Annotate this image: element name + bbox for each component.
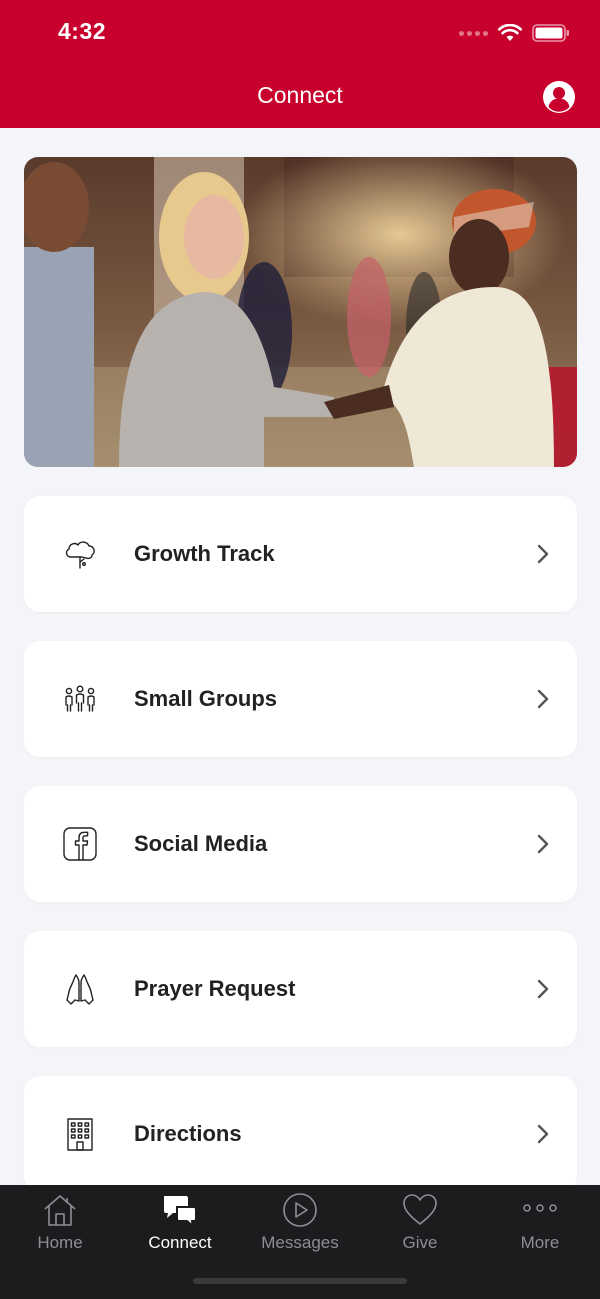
menu-item-directions[interactable]: Directions [24,1076,577,1192]
facebook-icon [63,827,97,861]
tab-give[interactable]: Give [360,1185,480,1265]
chevron-right-icon [537,544,549,564]
people-group-icon [65,685,95,712]
menu-item-label: Social Media [134,831,268,856]
home-indicator [193,1278,407,1284]
status-icons [459,20,570,46]
status-time: 4:32 [58,18,107,44]
hero-image [24,157,577,467]
chevron-right-icon [537,834,549,854]
tab-home[interactable]: Home [0,1185,120,1265]
tab-label: Connect [148,1233,212,1252]
home-icon [44,1195,76,1226]
tab-connect[interactable]: Connect [120,1185,240,1265]
app-header: 4:32 Connect [0,0,600,128]
tab-label: Home [37,1233,83,1252]
tab-label: Give [402,1233,438,1252]
menu-item-small-groups[interactable]: Small Groups [24,641,577,757]
tab-label: Messages [261,1233,339,1252]
chevron-right-icon [537,689,549,709]
play-icon [283,1193,317,1227]
menu-item-label: Prayer Request [134,976,296,1001]
tab-label: More [520,1233,560,1252]
chevron-right-icon [537,1124,549,1144]
menu-item-label: Directions [134,1121,242,1146]
chevron-right-icon [537,979,549,999]
tab-messages[interactable]: Messages [240,1185,360,1265]
heart-icon [403,1194,437,1225]
wifi-icon [498,24,522,41]
menu-item-prayer-request[interactable]: Prayer Request [24,931,577,1047]
page-title: Connect [257,82,343,108]
tree-icon [65,541,95,569]
menu-item-social-media[interactable]: Social Media [24,786,577,902]
profile-icon[interactable] [542,80,576,114]
tab-more[interactable]: More [480,1185,600,1265]
building-icon [67,1118,93,1151]
menu-item-label: Growth Track [134,541,275,566]
more-dots-icon [523,1204,557,1212]
praying-hands-icon [66,974,94,1005]
chat-bubbles-icon [164,1196,197,1228]
menu-item-label: Small Groups [134,686,278,711]
cellular-signal-icon [459,30,488,36]
people-shaking-hands-photo [24,157,577,467]
battery-icon [532,24,569,42]
menu-item-growth-track[interactable]: Growth Track [24,496,577,612]
